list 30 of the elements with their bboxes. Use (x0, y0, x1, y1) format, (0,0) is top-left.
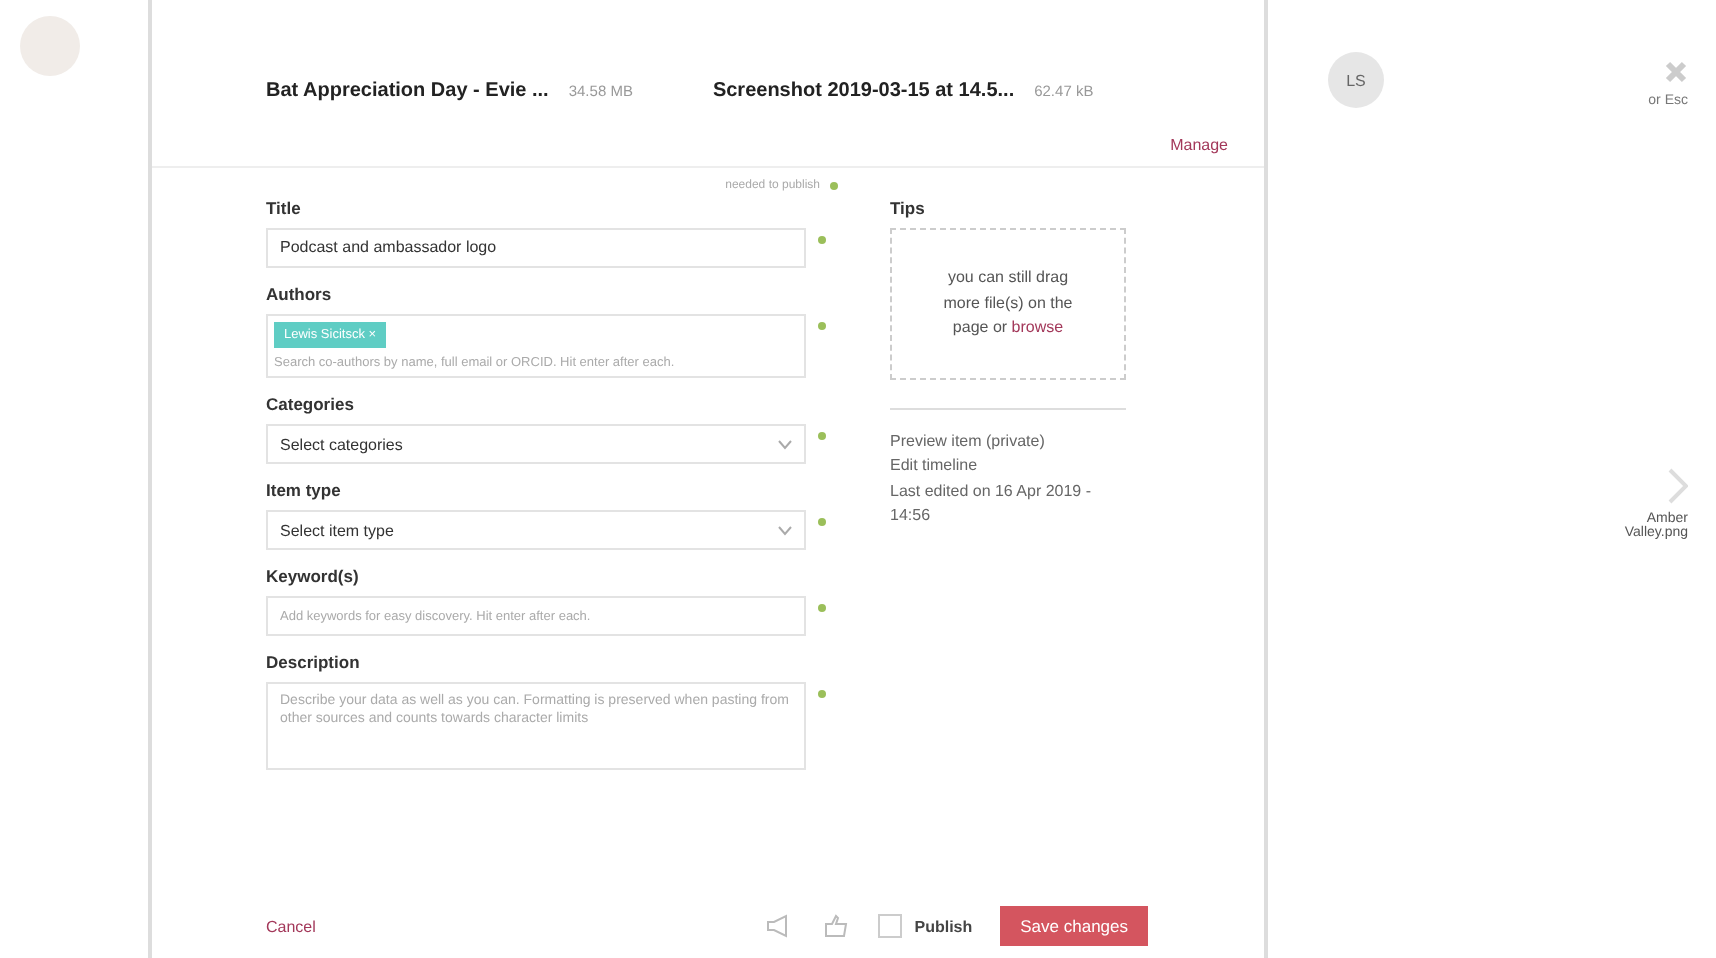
field-label: Title (266, 198, 303, 218)
avatar-icon: LS (1328, 52, 1384, 108)
thumbs-icon[interactable] (822, 914, 851, 938)
tips-title: Tips (890, 198, 927, 218)
field-label: Authors (266, 284, 334, 304)
file-name: Screenshot 2019-03-15 at 14.5... (712, 80, 1015, 102)
manage-link[interactable]: Manage (1170, 136, 1228, 154)
save-button[interactable]: Save changes (1000, 906, 1148, 946)
last-edited-text: Last edited on 16 Apr 2019 - 14:56 (890, 479, 1094, 529)
select-field[interactable]: Select item type (266, 510, 806, 550)
caret-icon (778, 439, 792, 449)
close-icon[interactable] (1664, 60, 1688, 84)
field-label: Description (266, 652, 362, 672)
publish-checkbox[interactable] (878, 914, 903, 938)
browse-link[interactable]: browse (1011, 318, 1064, 337)
field-label: Item type (266, 480, 343, 500)
required-dot (830, 182, 838, 190)
cancel-link[interactable]: Cancel (266, 917, 316, 935)
select-field[interactable]: Select categories (266, 424, 806, 464)
side-link[interactable]: Preview item (private) (890, 430, 1126, 455)
text-field[interactable]: Podcast and ambassador logo (266, 228, 806, 268)
caret-icon (778, 525, 792, 535)
file-name: Bat Appreciation Day - Evie ... (266, 80, 549, 102)
publish-label: Publish (914, 917, 973, 935)
side-link[interactable]: Edit timeline (890, 454, 1126, 480)
drop-text: you can still drag more file(s) on the page or browse (941, 265, 1075, 341)
chevron-right-icon[interactable] (1668, 468, 1688, 504)
field-label: Categories (266, 394, 356, 414)
field-label: Keyword(s) (266, 566, 361, 586)
drop-zone[interactable]: you can still drag more file(s) on the page or browse (890, 228, 1126, 380)
